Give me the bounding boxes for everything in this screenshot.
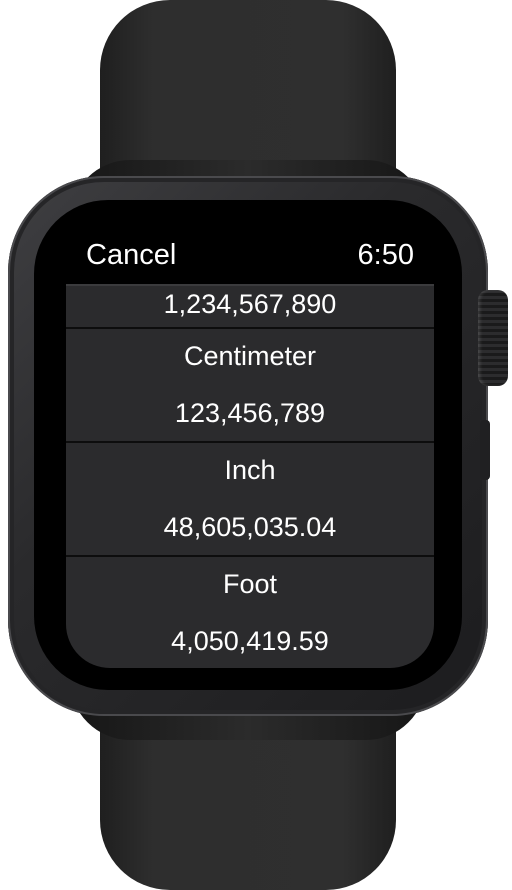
value-inch: 48,605,035.04 bbox=[163, 512, 337, 542]
value-millimeter: 1,234,567,890 bbox=[163, 289, 337, 319]
unit-label-inch: Inch bbox=[224, 455, 276, 485]
value-centimeter: 123,456,789 bbox=[174, 398, 326, 428]
row-divider bbox=[66, 441, 434, 443]
row-divider bbox=[66, 327, 434, 329]
unit-label-foot: Foot bbox=[222, 569, 278, 599]
status-time: 6:50 bbox=[357, 239, 414, 271]
row-divider bbox=[66, 555, 434, 557]
conversion-list[interactable]: 1,234,567,890 Centimeter 123,456,789 Inc… bbox=[66, 284, 434, 668]
watch-screen: Cancel 6:50 1,234,567,890 Centimeter 123… bbox=[66, 232, 434, 668]
digital-crown[interactable] bbox=[478, 290, 508, 386]
side-button[interactable] bbox=[480, 420, 490, 480]
value-foot: 4,050,419.59 bbox=[171, 626, 329, 656]
status-bar: Cancel 6:50 bbox=[66, 232, 434, 284]
cancel-button[interactable]: Cancel bbox=[86, 236, 176, 274]
apple-watch-device: Cancel 6:50 1,234,567,890 Centimeter 123… bbox=[0, 0, 512, 890]
unit-label-centimeter: Centimeter bbox=[183, 341, 317, 371]
